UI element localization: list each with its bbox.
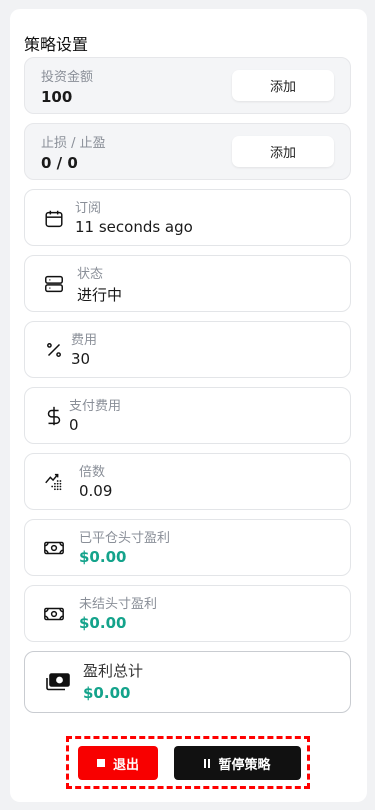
exit-button-label: 退出 bbox=[112, 757, 139, 773]
section-title: 策略设置 bbox=[24, 35, 89, 54]
multiplier-label: 倍数 bbox=[79, 465, 106, 480]
add-investment-button[interactable]: 添加 bbox=[232, 70, 334, 101]
closed-profit-value: $0.00 bbox=[79, 548, 127, 566]
total-profit-value: $0.00 bbox=[83, 684, 131, 702]
status-label: 状态 bbox=[77, 267, 104, 282]
fee-label: 费用 bbox=[71, 333, 98, 348]
open-profit-card: 未结头寸盈利 $0.00 bbox=[24, 585, 351, 642]
total-profit-label: 盈利总计 bbox=[83, 662, 144, 680]
fee-value: 30 bbox=[71, 350, 91, 368]
status-card: 状态 进行中 bbox=[24, 255, 351, 312]
server-icon bbox=[43, 273, 65, 295]
stoploss-label: 止损 / 止盈 bbox=[41, 136, 106, 151]
fee-card: 费用 30 bbox=[24, 321, 351, 378]
open-profit-label: 未结头寸盈利 bbox=[79, 597, 158, 612]
subscription-value: 11 seconds ago bbox=[75, 218, 193, 236]
status-value: 进行中 bbox=[77, 286, 123, 304]
investment-card: 投资金额 100 添加 bbox=[24, 57, 351, 114]
add-stoploss-button[interactable]: 添加 bbox=[232, 136, 334, 167]
investment-value: 100 bbox=[41, 88, 73, 106]
multiplier-card: 倍数 0.09 bbox=[24, 453, 351, 510]
subscription-label: 订阅 bbox=[75, 201, 102, 216]
multiplier-value: 0.09 bbox=[79, 482, 113, 500]
trend-up-icon bbox=[43, 470, 65, 492]
strategy-settings-panel: 策略设置 投资金额 100 添加 止损 / 止盈 0 / 0 添加 订阅 11 … bbox=[10, 9, 367, 802]
stoploss-card: 止损 / 止盈 0 / 0 添加 bbox=[24, 123, 351, 180]
dollar-icon bbox=[43, 405, 65, 427]
exit-button[interactable]: 退出 bbox=[78, 746, 158, 780]
open-profit-value: $0.00 bbox=[79, 614, 127, 632]
total-profit-card: 盈利总计 $0.00 bbox=[24, 651, 351, 713]
closed-profit-card: 已平仓头寸盈利 $0.00 bbox=[24, 519, 351, 576]
pause-strategy-button[interactable]: 暂停策略 bbox=[174, 746, 301, 780]
banknote-icon bbox=[43, 537, 65, 559]
money-stack-icon bbox=[45, 670, 71, 694]
stop-icon bbox=[96, 759, 105, 767]
pause-button-label: 暂停策略 bbox=[218, 757, 271, 773]
calendar-icon bbox=[43, 208, 65, 230]
investment-label: 投资金额 bbox=[41, 70, 94, 85]
paid-fee-card: 支付费用 0 bbox=[24, 387, 351, 444]
closed-profit-label: 已平仓头寸盈利 bbox=[79, 531, 171, 546]
subscription-card: 订阅 11 seconds ago bbox=[24, 189, 351, 246]
action-button-group: 退出 暂停策略 bbox=[66, 736, 310, 789]
paid-fee-label: 支付费用 bbox=[69, 399, 122, 414]
stoploss-value: 0 / 0 bbox=[41, 154, 78, 172]
paid-fee-value: 0 bbox=[69, 416, 79, 434]
percent-icon bbox=[43, 339, 65, 361]
banknote-icon bbox=[43, 603, 65, 625]
pause-icon bbox=[204, 758, 211, 768]
